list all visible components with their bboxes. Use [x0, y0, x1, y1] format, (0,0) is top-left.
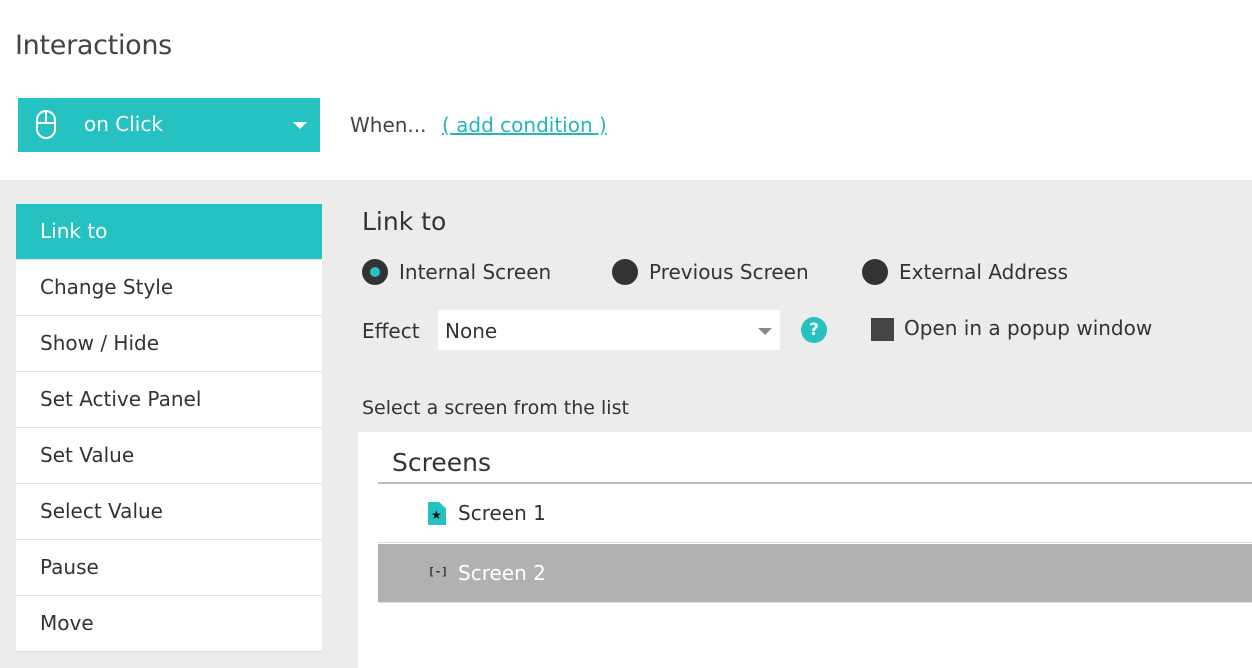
action-list: Link to Change Style Show / Hide Set Act… [16, 204, 322, 652]
radio-external-address[interactable]: External Address [862, 258, 1068, 286]
action-item-set-value[interactable]: Set Value [16, 428, 322, 484]
chevron-down-icon [293, 122, 307, 129]
detail-title: Link to [362, 207, 447, 236]
action-item-move[interactable]: Move [16, 596, 322, 652]
popup-checkbox-label: Open in a popup window [904, 316, 1153, 340]
select-screen-hint: Select a screen from the list [362, 397, 629, 419]
radio-internal-screen[interactable]: Internal Screen [362, 258, 551, 286]
popup-checkbox[interactable] [871, 318, 894, 341]
chevron-down-icon [758, 328, 772, 335]
add-condition-link[interactable]: ( add condition ) [442, 113, 607, 137]
screen-row-1[interactable]: ★ Screen 1 [378, 484, 1252, 543]
screen-name: Screen 1 [458, 501, 546, 525]
mouse-icon [36, 110, 56, 139]
effect-dropdown[interactable]: None [438, 310, 780, 350]
help-icon[interactable]: ? [801, 317, 827, 343]
event-dropdown[interactable]: on Click [18, 98, 320, 152]
event-dropdown-label: on Click [84, 112, 163, 136]
screens-header: Screens [378, 447, 1252, 484]
radio-previous-screen[interactable]: Previous Screen [612, 258, 809, 286]
effect-dropdown-value: None [445, 319, 498, 343]
page-title: Interactions [15, 30, 172, 61]
radio-selected-icon [362, 259, 388, 285]
screen-row-2[interactable]: [-] Screen 2 [378, 544, 1252, 603]
action-panel: Link to Change Style Show / Hide Set Act… [0, 180, 1252, 668]
when-label: When... [350, 113, 427, 137]
action-item-select-value[interactable]: Select Value [16, 484, 322, 540]
action-item-pause[interactable]: Pause [16, 540, 322, 596]
radio-unselected-icon [612, 259, 638, 285]
action-item-change-style[interactable]: Change Style [16, 260, 322, 316]
screen-bracket-icon: [-] [428, 565, 448, 578]
action-item-link-to[interactable]: Link to [16, 204, 322, 260]
screen-name: Screen 2 [458, 561, 546, 585]
radio-unselected-icon [862, 259, 888, 285]
screens-list: Screens ★ Screen 1 [-] Screen 2 [358, 432, 1252, 668]
action-item-show-hide[interactable]: Show / Hide [16, 316, 322, 372]
action-item-set-active-panel[interactable]: Set Active Panel [16, 372, 322, 428]
radio-label: External Address [899, 260, 1068, 284]
effect-label: Effect [362, 319, 420, 343]
screens-header-label: Screens [392, 448, 491, 477]
radio-label: Internal Screen [399, 260, 552, 284]
home-screen-icon: ★ [428, 502, 446, 525]
radio-label: Previous Screen [649, 260, 809, 284]
